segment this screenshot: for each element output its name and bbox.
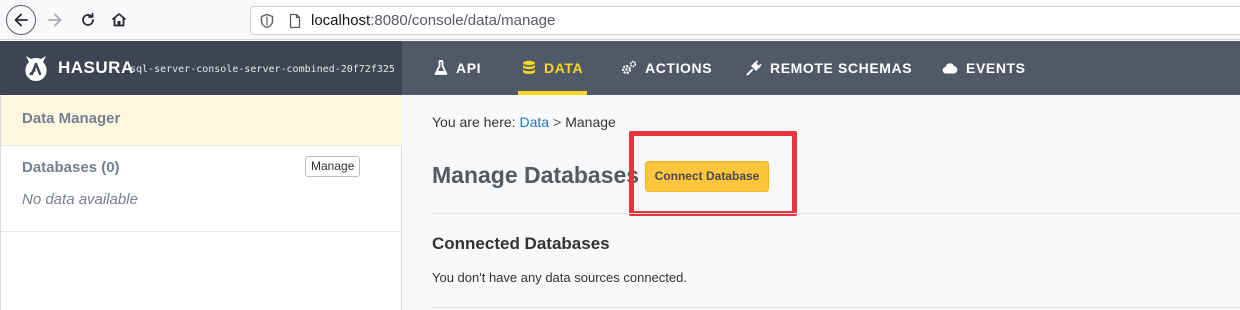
shield-icon[interactable] bbox=[259, 13, 275, 29]
breadcrumb-prefix: You are here: bbox=[432, 114, 516, 130]
nav-item-api[interactable]: API bbox=[434, 41, 481, 95]
address-bar[interactable]: localhost:8080/console/data/manage bbox=[250, 6, 1240, 35]
nav-item-remote-schemas[interactable]: REMOTE SCHEMAS bbox=[746, 41, 912, 95]
home-icon bbox=[111, 13, 127, 27]
browser-toolbar: localhost:8080/console/data/manage bbox=[0, 0, 1240, 40]
bottom-divider bbox=[432, 307, 1240, 308]
manage-button[interactable]: Manage bbox=[305, 156, 361, 177]
page-icon[interactable] bbox=[287, 13, 303, 29]
brand-area[interactable]: HASURA sql-server-console-server-combine… bbox=[0, 41, 402, 95]
cogs-icon bbox=[621, 60, 637, 76]
flask-icon bbox=[434, 60, 448, 76]
hasura-logo-icon bbox=[25, 56, 47, 81]
nav-item-label: REMOTE SCHEMAS bbox=[770, 60, 913, 76]
connected-databases-heading: Connected Databases bbox=[432, 234, 610, 253]
sidebar: Data Manager Databases (0) Manage No dat… bbox=[0, 95, 402, 310]
nav-item-label: API bbox=[456, 60, 482, 76]
sidebar-header[interactable]: Data Manager bbox=[1, 95, 402, 146]
connect-database-button[interactable]: Connect Database bbox=[645, 161, 769, 192]
sidebar-divider bbox=[1, 231, 402, 232]
top-navigation: HASURA sql-server-console-server-combine… bbox=[0, 41, 1240, 95]
nav-item-events[interactable]: EVENTS bbox=[942, 41, 1026, 95]
home-button[interactable] bbox=[104, 5, 134, 35]
breadcrumb-current: Manage bbox=[565, 114, 616, 130]
sidebar-title: Data Manager bbox=[22, 110, 121, 127]
cloud-icon bbox=[942, 61, 958, 75]
page-title: Manage Databases bbox=[432, 162, 640, 188]
reload-icon bbox=[82, 12, 94, 26]
forward-button[interactable] bbox=[40, 5, 70, 35]
reload-button[interactable] bbox=[73, 5, 103, 35]
nav-item-label: DATA bbox=[544, 60, 584, 76]
database-icon bbox=[522, 60, 536, 76]
forward-arrow-icon bbox=[48, 13, 62, 27]
no-data-text: No data available bbox=[22, 191, 138, 208]
breadcrumb-separator: > bbox=[553, 114, 562, 130]
logo-text: HASURA bbox=[58, 58, 134, 77]
url-text[interactable]: localhost:8080/console/data/manage bbox=[311, 12, 555, 29]
nav-item-label: ACTIONS bbox=[645, 60, 713, 76]
main-content: You are here: Data > Manage Manage Databas… bbox=[403, 95, 1240, 310]
url-host: localhost bbox=[311, 12, 371, 29]
breadcrumb-link-data[interactable]: Data bbox=[519, 114, 549, 130]
breadcrumb: You are here: Data > Manage bbox=[432, 114, 616, 130]
nav-item-label: EVENTS bbox=[966, 60, 1026, 76]
back-arrow-icon bbox=[14, 13, 28, 27]
nav-item-data[interactable]: DATA bbox=[517, 41, 588, 95]
plug-icon bbox=[746, 60, 762, 76]
url-path: :8080/console/data/manage bbox=[370, 12, 556, 29]
back-button[interactable] bbox=[6, 5, 36, 35]
nav-item-actions[interactable]: ACTIONS bbox=[621, 41, 712, 95]
databases-count-label: Databases (0) bbox=[22, 159, 120, 176]
project-name: sql-server-console-server-combined-20f72… bbox=[130, 64, 395, 75]
section-divider bbox=[432, 213, 1240, 214]
no-sources-message: You don't have any data sources connecte… bbox=[432, 270, 687, 285]
